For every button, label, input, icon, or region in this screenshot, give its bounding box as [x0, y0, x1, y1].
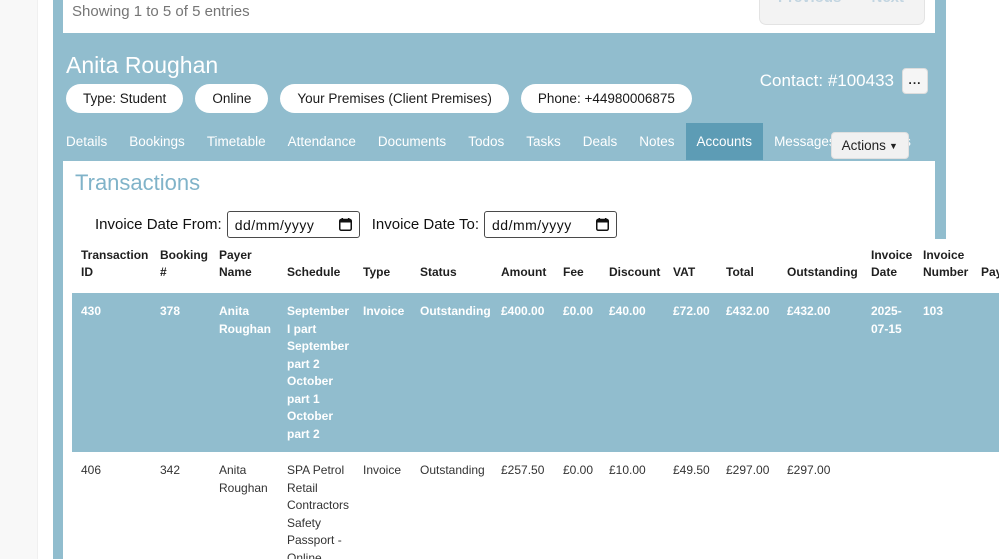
table-row[interactable]: 406 342 Anita Roughan SPA Petrol Retail … — [72, 452, 999, 559]
badge-premises: Your Premises (Client Premises) — [280, 84, 509, 113]
invoice-date-to-label: Invoice Date To: — [372, 216, 479, 233]
transactions-heading: Transactions — [75, 170, 935, 196]
invoice-date-from-label: Invoice Date From: — [95, 216, 222, 233]
calendar-icon[interactable] — [339, 218, 352, 231]
col-payment-date: Payment Date — [972, 239, 999, 293]
pagination-controls: Previous Next — [759, 0, 925, 25]
col-vat: VAT — [664, 239, 717, 293]
contact-id-label: Contact: #100433 — [760, 71, 894, 91]
col-booking: Booking # — [151, 239, 210, 293]
calendar-icon[interactable] — [596, 218, 609, 231]
tab-todos[interactable]: Todos — [457, 123, 515, 160]
contact-panel: Showing 1 to 5 of 5 entries Previous Nex… — [53, 0, 946, 559]
transactions-table-wrap: Transaction ID Booking # Payer Name Sche… — [72, 239, 999, 559]
tab-tasks[interactable]: Tasks — [515, 123, 572, 160]
transactions-panel: Transactions Invoice Date From: dd/mm/yy… — [63, 161, 935, 559]
actions-button[interactable]: Actions▼ — [831, 132, 909, 159]
tab-attendance[interactable]: Attendance — [277, 123, 367, 160]
contact-tabs: Details Bookings Timetable Attendance Do… — [55, 123, 922, 160]
left-gutter — [0, 0, 38, 559]
col-type: Type — [354, 239, 411, 293]
transactions-table: Transaction ID Booking # Payer Name Sche… — [72, 239, 999, 559]
invoice-date-filters: Invoice Date From: dd/mm/yyyy Invoice Da… — [95, 211, 935, 238]
caret-down-icon: ▼ — [889, 141, 898, 151]
col-payer-name: Payer Name — [210, 239, 278, 293]
contact-badges: Type: Student Online Your Premises (Clie… — [66, 84, 692, 113]
col-fee: Fee — [554, 239, 600, 293]
tab-bookings[interactable]: Bookings — [118, 123, 196, 160]
col-transaction-id: Transaction ID — [72, 239, 151, 293]
col-total: Total — [717, 239, 778, 293]
next-button[interactable]: Next — [871, 0, 904, 6]
col-invoice-date: Invoice Date — [862, 239, 914, 293]
col-invoice-number: Invoice Number — [914, 239, 972, 293]
col-amount: Amount — [492, 239, 554, 293]
entries-summary-card: Showing 1 to 5 of 5 entries Previous Nex… — [63, 0, 935, 33]
tab-deals[interactable]: Deals — [572, 123, 629, 160]
badge-online: Online — [195, 84, 268, 113]
col-status: Status — [411, 239, 492, 293]
badge-phone: Phone: +44980006875 — [521, 84, 692, 113]
col-schedule: Schedule — [278, 239, 354, 293]
tab-notes[interactable]: Notes — [628, 123, 685, 160]
previous-button[interactable]: Previous — [778, 0, 841, 6]
entries-info: Showing 1 to 5 of 5 entries — [72, 3, 250, 20]
badge-type: Type: Student — [66, 84, 183, 113]
tab-details[interactable]: Details — [55, 123, 118, 160]
contact-name: Anita Roughan — [66, 52, 218, 79]
ellipsis-icon: ... — [908, 73, 921, 87]
invoice-date-from-input[interactable]: dd/mm/yyyy — [227, 211, 360, 238]
table-row[interactable]: 430 378 Anita Roughan September I part S… — [72, 293, 999, 452]
more-options-button[interactable]: ... — [902, 68, 928, 94]
tab-accounts[interactable]: Accounts — [686, 123, 764, 160]
table-header-row: Transaction ID Booking # Payer Name Sche… — [72, 239, 999, 293]
invoice-date-to-input[interactable]: dd/mm/yyyy — [484, 211, 617, 238]
tab-documents[interactable]: Documents — [367, 123, 457, 160]
col-outstanding: Outstanding — [778, 239, 862, 293]
col-discount: Discount — [600, 239, 664, 293]
tab-timetable[interactable]: Timetable — [196, 123, 277, 160]
